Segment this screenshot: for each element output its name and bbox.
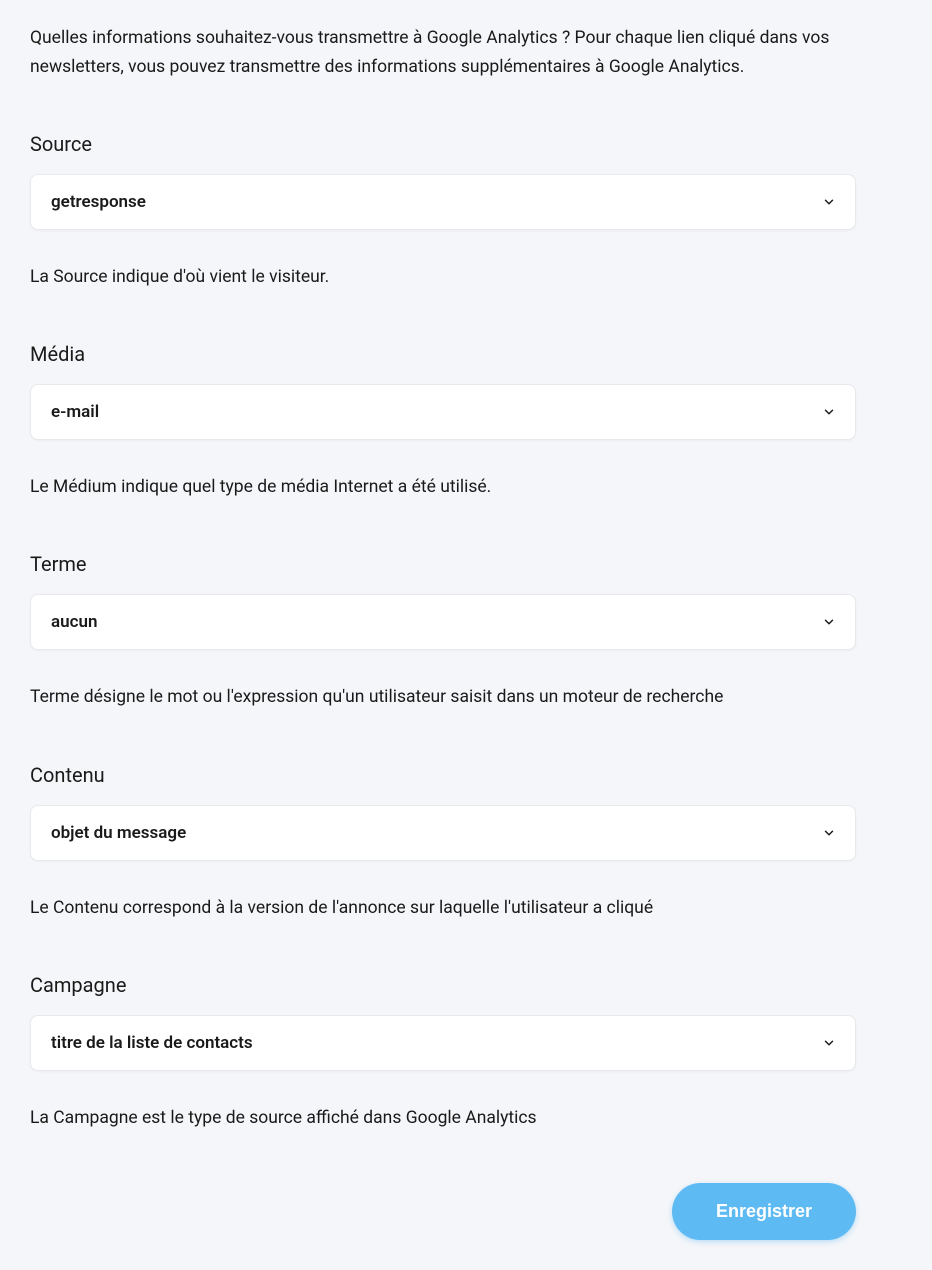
term-select-value: aucun <box>51 612 97 632</box>
content-select-value: objet du message <box>51 823 186 843</box>
media-description: Le Médium indique quel type de média Int… <box>30 474 902 500</box>
intro-text: Quelles informations souhaitez-vous tran… <box>30 24 850 82</box>
content-label: Contenu <box>30 763 902 787</box>
source-select-value: getresponse <box>51 192 146 212</box>
content-select[interactable]: objet du message <box>30 805 856 861</box>
content-select-wrapper: objet du message <box>30 805 856 861</box>
actions-row: Enregistrer <box>30 1183 856 1240</box>
campaign-select[interactable]: titre de la liste de contacts <box>30 1015 856 1071</box>
source-description: La Source indique d'où vient le visiteur… <box>30 264 902 290</box>
term-description: Terme désigne le mot ou l'expression qu'… <box>30 684 902 710</box>
source-label: Source <box>30 132 902 156</box>
campaign-select-wrapper: titre de la liste de contacts <box>30 1015 856 1071</box>
term-select[interactable]: aucun <box>30 594 856 650</box>
field-group-source: Source getresponse La Source indique d'o… <box>30 132 902 290</box>
term-label: Terme <box>30 552 902 576</box>
save-button[interactable]: Enregistrer <box>672 1183 856 1240</box>
source-select-wrapper: getresponse <box>30 174 856 230</box>
field-group-media: Média e-mail Le Médium indique quel type… <box>30 342 902 500</box>
media-select-value: e-mail <box>51 402 99 422</box>
media-select-wrapper: e-mail <box>30 384 856 440</box>
campaign-select-value: titre de la liste de contacts <box>51 1033 253 1053</box>
campaign-label: Campagne <box>30 973 902 997</box>
campaign-description: La Campagne est le type de source affich… <box>30 1105 902 1131</box>
content-description: Le Contenu correspond à la version de l'… <box>30 895 902 921</box>
field-group-content: Contenu objet du message Le Contenu corr… <box>30 763 902 921</box>
field-group-term: Terme aucun Terme désigne le mot ou l'ex… <box>30 552 902 710</box>
field-group-campaign: Campagne titre de la liste de contacts L… <box>30 973 902 1131</box>
source-select[interactable]: getresponse <box>30 174 856 230</box>
media-select[interactable]: e-mail <box>30 384 856 440</box>
media-label: Média <box>30 342 902 366</box>
term-select-wrapper: aucun <box>30 594 856 650</box>
